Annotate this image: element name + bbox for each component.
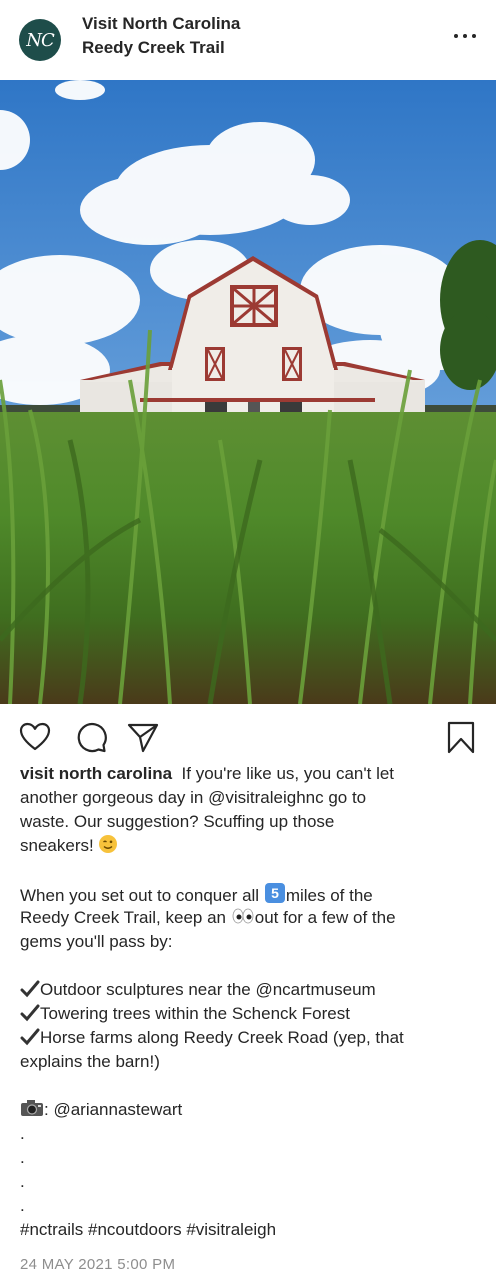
post-date: 24 MAY 2021 5:00 PM bbox=[20, 1256, 176, 1273]
keycap-number: 5 bbox=[271, 885, 279, 901]
account-name[interactable]: Visit North Carolina bbox=[82, 12, 240, 36]
post-image[interactable] bbox=[0, 80, 496, 704]
more-options-icon[interactable] bbox=[450, 24, 480, 48]
caption-text: If you're like us, you can't let bbox=[181, 764, 395, 783]
post-caption: visit north carolina If you're like us, … bbox=[20, 762, 480, 1242]
caption-text: When you set out to conquer all bbox=[20, 886, 260, 905]
caption-text: another gorgeous day in @visitraleighnc … bbox=[20, 788, 367, 807]
caption-hashtags[interactable]: #nctrails #ncoutdoors #visitraleigh bbox=[20, 1218, 480, 1242]
caption-text: Outdoor sculptures near the @ncartmuseum bbox=[40, 980, 376, 999]
caption-dot: . bbox=[20, 1124, 25, 1143]
dot bbox=[472, 34, 476, 38]
wink-emoji-icon bbox=[98, 834, 118, 861]
eyes-emoji-icon bbox=[231, 906, 255, 933]
caption-text: : @ariannastewart bbox=[44, 1100, 183, 1119]
caption-text: Towering trees within the Schenck Forest bbox=[40, 1004, 350, 1023]
camera-emoji-icon bbox=[20, 1098, 44, 1125]
caption-text: Horse farms along Reedy Creek Road (yep,… bbox=[40, 1028, 404, 1047]
caption-dot: . bbox=[20, 1172, 25, 1191]
caption-text: explains the barn!) bbox=[20, 1052, 160, 1071]
caption-text: Reedy Creek Trail, keep an bbox=[20, 908, 226, 927]
caption-dot: . bbox=[20, 1196, 25, 1215]
heart-icon[interactable] bbox=[18, 720, 52, 754]
post-header: NC Visit North Carolina Reedy Creek Trai… bbox=[0, 0, 496, 80]
caption-text: waste. Our suggestion? Scuffing up those bbox=[20, 812, 335, 831]
avatar[interactable]: NC bbox=[19, 19, 61, 61]
dot bbox=[454, 34, 458, 38]
caption-text: miles of the bbox=[285, 886, 373, 905]
caption-text: out for a few of the bbox=[254, 908, 396, 927]
location-link[interactable]: Reedy Creek Trail bbox=[82, 36, 225, 60]
comment-icon[interactable] bbox=[74, 720, 108, 754]
share-icon[interactable] bbox=[126, 720, 160, 754]
dot bbox=[463, 34, 467, 38]
caption-username[interactable]: visit north carolina bbox=[20, 764, 172, 783]
caption-text: sneakers! bbox=[20, 836, 94, 855]
caption-text: gems you'll pass by: bbox=[20, 932, 173, 951]
bookmark-icon[interactable] bbox=[444, 720, 478, 754]
action-bar bbox=[0, 704, 496, 766]
caption-dot: . bbox=[20, 1148, 25, 1167]
